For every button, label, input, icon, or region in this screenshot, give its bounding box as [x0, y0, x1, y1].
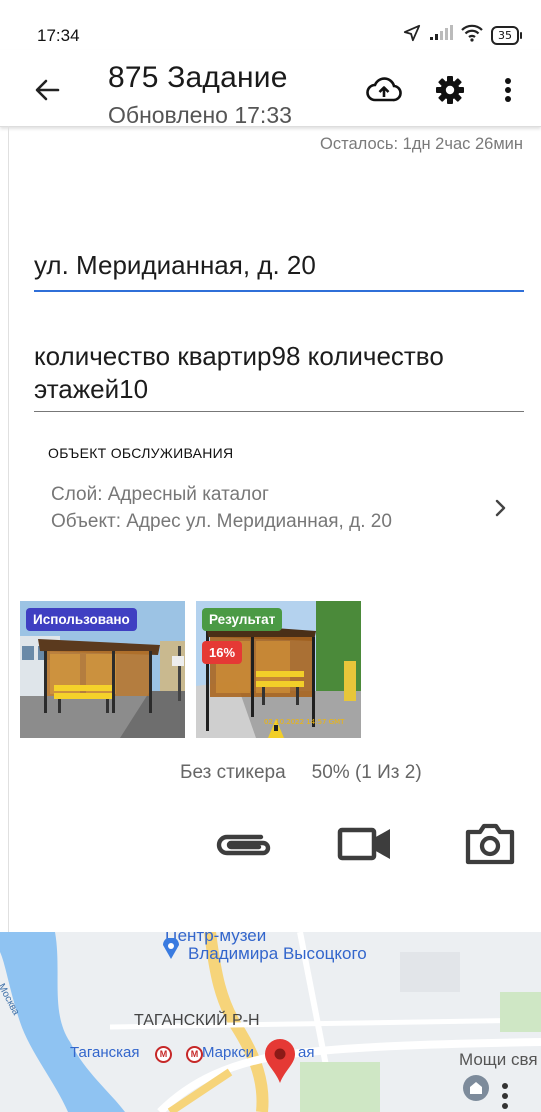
description-field[interactable]: количество квартир98 количество этажей10: [34, 340, 524, 412]
map-label-museum-line2: Владимира Высоцкого: [188, 944, 367, 963]
video-camera-icon: [337, 826, 393, 867]
paperclip-icon: [213, 827, 273, 866]
map-label-metro-marksistskaya: Маркси: [202, 1044, 254, 1061]
map-view[interactable]: Центр-музей Владимира Высоцкого ТАГАНСКИ…: [0, 932, 541, 1112]
layer-text: Слой: Адресный каталог: [51, 484, 269, 505]
back-arrow-icon[interactable]: [30, 72, 66, 108]
map-label-metro-marksistskaya-tail: ая: [298, 1044, 315, 1061]
sticker-progress: 50% (1 Из 2): [311, 762, 422, 783]
signal-icon: [429, 25, 453, 46]
app-bar: 875 Задание Обновлено 17:33: [0, 50, 541, 127]
page-title: 875 Задание: [108, 61, 288, 94]
photo-timestamp: 02.10.2022 14:57 GMT: [264, 718, 345, 726]
photo-used-thumbnail[interactable]: Использовано: [20, 601, 185, 738]
metro-icon-2: M: [186, 1046, 203, 1063]
chevron-right-icon: [491, 496, 511, 520]
sticker-status: Без стикера: [180, 762, 286, 783]
time-remaining: Осталось: 1дн 2час 26мин: [320, 135, 523, 153]
photo-result-thumbnail[interactable]: Результат 16% 02.10.2022 14:57 GMT: [196, 601, 361, 738]
object-text: Объект: Адрес ул. Меридианная, д. 20: [51, 511, 392, 532]
wifi-icon: [461, 24, 483, 47]
battery-icon: 35: [491, 26, 522, 45]
result-badge: Результат: [202, 608, 283, 631]
map-more-icon[interactable]: [501, 1082, 509, 1112]
address-field[interactable]: ул. Меридианная, д. 20: [34, 250, 524, 292]
sticker-status-row: Без стикера 50% (1 Из 2): [180, 762, 422, 784]
page-subtitle: Обновлено 17:33: [108, 102, 292, 127]
used-badge: Использовано: [26, 608, 137, 631]
take-photo-button[interactable]: [460, 822, 520, 870]
service-object-row[interactable]: Слой: Адресный каталог Объект: Адрес ул.…: [0, 478, 541, 542]
map-label-metro-taganskaya: Таганская: [70, 1044, 140, 1061]
record-video-button[interactable]: [335, 822, 395, 870]
percent-badge: 16%: [202, 641, 243, 664]
metro-icon: M: [155, 1046, 172, 1063]
map-label-district: ТАГАНСКИЙ Р-Н: [134, 1012, 260, 1029]
map-label-relics: Мощи свя: [459, 1050, 538, 1069]
service-object-label: ОБЪЕКТ ОБСЛУЖИВАНИЯ: [48, 445, 234, 461]
church-icon: [462, 1074, 490, 1107]
photo-camera-icon: [463, 822, 517, 871]
status-time: 17:34: [37, 26, 80, 45]
attach-button[interactable]: [213, 822, 273, 870]
more-vert-icon[interactable]: [490, 72, 526, 108]
cloud-upload-icon[interactable]: [366, 72, 402, 108]
museum-marker-icon: [162, 937, 180, 965]
location-arrow-icon: [403, 24, 421, 47]
status-icons: 35: [403, 24, 522, 47]
gear-icon[interactable]: [432, 72, 468, 108]
map-pin-icon[interactable]: [263, 1038, 297, 1089]
